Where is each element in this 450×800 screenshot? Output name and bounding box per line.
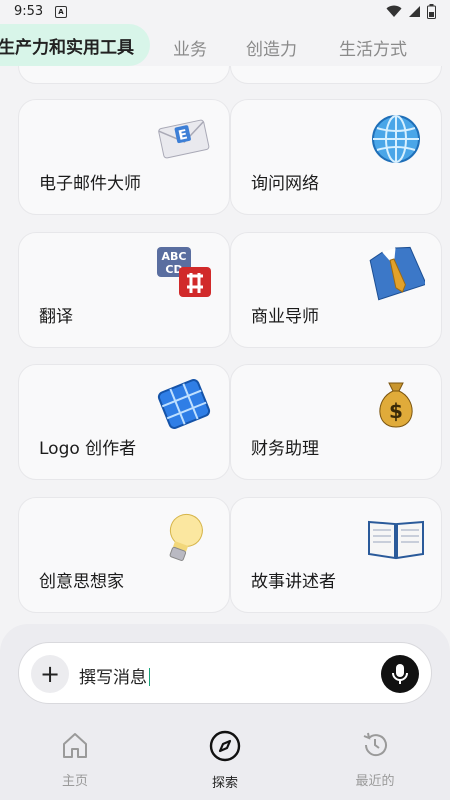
message-input[interactable]: 撰写消息 bbox=[79, 663, 150, 688]
nav-explore[interactable]: 探索 bbox=[180, 730, 270, 791]
tab-lifestyle[interactable]: 生活方式 bbox=[339, 35, 407, 60]
translate-icon: ABC CD bbox=[157, 247, 211, 297]
assistant-card-business-mentor[interactable]: 商业导师 bbox=[230, 232, 442, 348]
tab-productivity[interactable]: 生产力和实用工具 bbox=[0, 24, 150, 66]
message-composer[interactable]: + 撰写消息 bbox=[18, 642, 432, 704]
compass-icon bbox=[209, 730, 241, 762]
home-icon bbox=[63, 733, 87, 758]
assistant-card-label: 商业导师 bbox=[251, 307, 319, 327]
battery-icon bbox=[427, 4, 436, 19]
assistant-card-label: 翻译 bbox=[39, 307, 73, 327]
lightbulb-icon bbox=[169, 513, 203, 561]
assistant-card-partial[interactable] bbox=[18, 66, 230, 84]
assistant-card-ask-web[interactable]: 询问网络 bbox=[230, 99, 442, 215]
assistant-card-storyteller[interactable]: 故事讲述者 bbox=[230, 497, 442, 613]
assistant-card-email-master[interactable]: E 电子邮件大师 bbox=[18, 99, 230, 215]
assistant-card-label: 故事讲述者 bbox=[251, 572, 336, 592]
notification-icon: A bbox=[55, 6, 67, 18]
tab-business[interactable]: 业务 bbox=[173, 35, 207, 60]
wifi-icon bbox=[386, 5, 402, 17]
translate-icon-abc: ABC bbox=[162, 250, 187, 263]
open-book-icon bbox=[368, 520, 424, 560]
nav-explore-label: 探索 bbox=[211, 776, 238, 791]
bottom-navigation: 主页 探索 最近的 bbox=[0, 724, 450, 800]
money-bag-symbol: $ bbox=[389, 399, 403, 423]
text-caret bbox=[149, 668, 150, 686]
assistant-card-logo-creator[interactable]: Logo 创作者 bbox=[18, 364, 230, 480]
assistant-card-label: Logo 创作者 bbox=[39, 439, 137, 459]
email-icon: E bbox=[158, 119, 210, 159]
cellular-icon bbox=[409, 6, 420, 17]
category-tabs: 生产力和实用工具 业务 创造力 生活方式 bbox=[0, 24, 450, 66]
assistant-grid[interactable]: E 电子邮件大师 询问网络 ABC CD 翻译 商业导师 Logo 创作者 $ … bbox=[0, 66, 450, 624]
nav-home[interactable]: 主页 bbox=[30, 730, 120, 789]
nav-home-label: 主页 bbox=[61, 774, 88, 789]
voice-input-button[interactable] bbox=[381, 655, 419, 693]
assistant-card-label: 创意思想家 bbox=[39, 572, 124, 592]
assistant-card-idea-thinker[interactable]: 创意思想家 bbox=[18, 497, 230, 613]
assistant-card-label: 财务助理 bbox=[251, 439, 319, 459]
status-time: 9:53 bbox=[14, 4, 44, 19]
assistant-card-label: 询问网络 bbox=[251, 174, 319, 194]
assistant-card-translate[interactable]: ABC CD 翻译 bbox=[18, 232, 230, 348]
assistant-card-partial[interactable] bbox=[230, 66, 442, 84]
add-attachment-button[interactable]: + bbox=[31, 655, 69, 693]
history-icon bbox=[363, 732, 387, 757]
assistant-card-label: 电子邮件大师 bbox=[39, 174, 141, 194]
tab-creativity[interactable]: 创造力 bbox=[246, 35, 297, 60]
status-icons bbox=[386, 4, 436, 19]
bottom-panel: + 撰写消息 主页 探索 最近的 bbox=[0, 624, 450, 800]
money-bag-icon: $ bbox=[379, 382, 413, 428]
status-bar: 9:53 A bbox=[0, 0, 450, 24]
message-input-text: 撰写消息 bbox=[79, 668, 147, 688]
shirt-tie-icon bbox=[369, 246, 425, 301]
microphone-icon bbox=[392, 664, 408, 684]
logo-grid-icon bbox=[157, 379, 211, 429]
nav-recent-label: 最近的 bbox=[355, 774, 395, 789]
assistant-card-finance-assistant[interactable]: $ 财务助理 bbox=[230, 364, 442, 480]
globe-icon bbox=[372, 115, 420, 163]
nav-recent[interactable]: 最近的 bbox=[330, 730, 420, 789]
